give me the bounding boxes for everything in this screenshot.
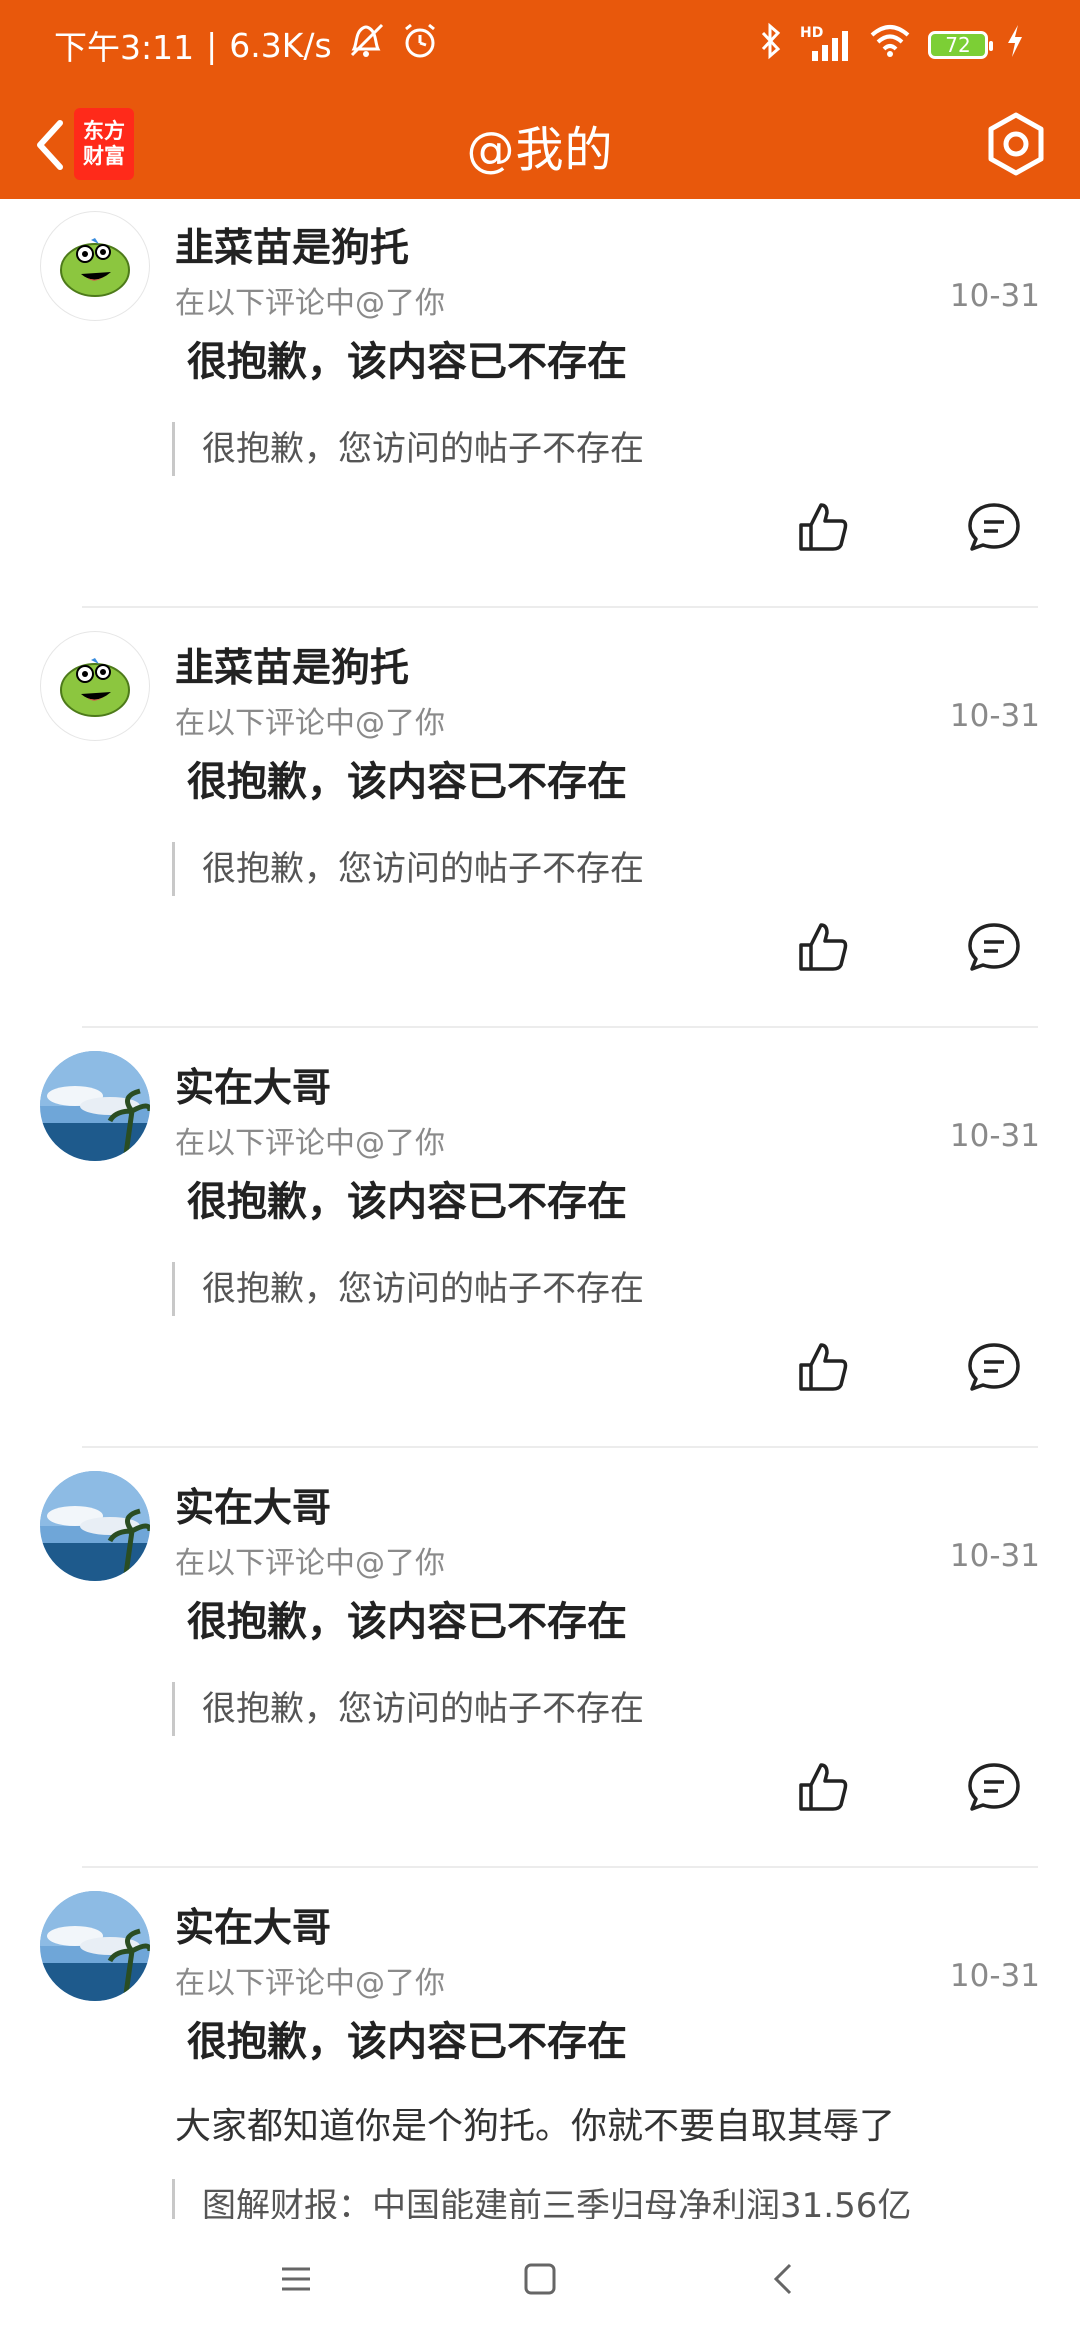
logo-text-bottom: 财富 — [83, 144, 125, 168]
mention-card[interactable]: 实在大哥 在以下评论中@了你 10-31 很抱歉，该内容已不存在 很抱歉，您访问… — [0, 1459, 1080, 1879]
frog-avatar-icon — [60, 658, 130, 717]
mention-card[interactable]: 实在大哥 在以下评论中@了你 10-31 很抱歉，该内容已不存在 很抱歉，您访问… — [0, 1039, 1080, 1459]
mention-card[interactable]: 韭菜苗是狗托 在以下评论中@了你 10-31 很抱歉，该内容已不存在 很抱歉，您… — [0, 619, 1080, 1039]
settings-button[interactable] — [978, 106, 1054, 182]
deleted-notice: 很抱歉，该内容已不存在 — [187, 1599, 627, 1645]
avatar[interactable] — [40, 1891, 150, 2001]
like-button[interactable] — [795, 499, 851, 555]
quoted-post[interactable]: 很抱歉，您访问的帖子不存在 — [172, 842, 644, 896]
comment-icon — [968, 1343, 1020, 1391]
comment-button[interactable] — [966, 1759, 1022, 1815]
mentions-feed[interactable]: 韭菜苗是狗托 在以下评论中@了你 10-31 很抱歉，该内容已不存在 很抱歉，您… — [0, 199, 1080, 2219]
signal-icon: HD — [800, 25, 852, 65]
status-bar: 下午3:11 | 6.3K/s HD 72 — [0, 0, 1080, 90]
divider — [82, 1026, 1038, 1028]
frog-avatar-icon — [60, 238, 130, 297]
mention-subline: 在以下评论中@了你 — [175, 1126, 445, 1161]
battery-icon: 72 — [928, 31, 993, 59]
thumbs-up-icon — [799, 923, 848, 971]
comment-icon — [968, 503, 1020, 551]
menu-button[interactable] — [268, 2251, 324, 2307]
like-button[interactable] — [795, 1339, 851, 1395]
username[interactable]: 韭菜苗是狗托 — [175, 637, 409, 693]
like-button[interactable] — [795, 1759, 851, 1815]
username[interactable]: 实在大哥 — [175, 1477, 331, 1533]
post-date: 10-31 — [949, 698, 1040, 734]
home-square-icon — [524, 2263, 556, 2295]
charging-icon — [1004, 21, 1026, 69]
status-speed: 6.3K/s — [229, 25, 332, 65]
quoted-post[interactable]: 图解财报：中国能建前三季归母净利润31.56亿 — [172, 2179, 911, 2219]
menu-icon — [282, 2267, 310, 2291]
system-nav-bar — [0, 2219, 1080, 2340]
back-button[interactable] — [20, 110, 80, 180]
page-title: @我的 — [466, 121, 614, 178]
divider — [82, 1866, 1038, 1868]
mention-card[interactable]: 韭菜苗是狗托 在以下评论中@了你 10-31 很抱歉，该内容已不存在 很抱歉，您… — [0, 199, 1080, 619]
bluetooth-icon — [758, 21, 784, 69]
username[interactable]: 韭菜苗是狗托 — [175, 217, 409, 273]
gear-icon — [988, 112, 1044, 176]
app-header: 下午3:11 | 6.3K/s HD 72 东方 财富 @我的 — [0, 0, 1080, 199]
comment-button[interactable] — [966, 1339, 1022, 1395]
post-date: 10-31 — [949, 1538, 1040, 1574]
avatar[interactable] — [40, 631, 150, 741]
avatar[interactable] — [40, 1471, 150, 1581]
username[interactable]: 实在大哥 — [175, 1897, 331, 1953]
status-separator: | — [206, 25, 218, 65]
thumbs-up-icon — [799, 1343, 848, 1391]
mention-subline: 在以下评论中@了你 — [175, 286, 445, 321]
thumbs-up-icon — [799, 503, 848, 551]
battery-level: 72 — [945, 33, 971, 57]
comment-body[interactable]: 大家都知道你是个狗托。你就不要自取其辱了 — [175, 2097, 895, 2149]
system-back-button[interactable] — [756, 2251, 812, 2307]
mention-card[interactable]: 实在大哥 在以下评论中@了你 10-31 很抱歉，该内容已不存在 大家都知道你是… — [0, 1879, 1080, 2219]
status-right: HD 72 — [758, 21, 1026, 69]
post-date: 10-31 — [949, 1958, 1040, 1994]
nav-bar: 东方 财富 @我的 — [0, 90, 1080, 199]
beach-avatar-icon — [40, 1051, 150, 1161]
deleted-notice: 很抱歉，该内容已不存在 — [187, 339, 627, 385]
chevron-left-icon — [37, 120, 63, 170]
beach-avatar-icon — [40, 1471, 150, 1581]
comment-button[interactable] — [966, 919, 1022, 975]
comment-button[interactable] — [966, 499, 1022, 555]
username[interactable]: 实在大哥 — [175, 1057, 331, 1113]
alarm-icon — [400, 21, 440, 69]
app-logo: 东方 财富 — [74, 108, 134, 180]
mute-notification-icon — [344, 21, 388, 69]
status-left: 下午3:11 | 6.3K/s — [54, 21, 440, 69]
deleted-notice: 很抱歉，该内容已不存在 — [187, 759, 627, 805]
mention-subline: 在以下评论中@了你 — [175, 1546, 445, 1581]
beach-avatar-icon — [40, 1891, 150, 2001]
deleted-notice: 很抱歉，该内容已不存在 — [187, 2019, 627, 2065]
mention-subline: 在以下评论中@了你 — [175, 1966, 445, 2001]
comment-icon — [968, 1763, 1020, 1811]
logo-text-top: 东方 — [83, 119, 125, 143]
mention-subline: 在以下评论中@了你 — [175, 706, 445, 741]
post-date: 10-31 — [949, 278, 1040, 314]
chevron-left-icon — [773, 2263, 792, 2295]
quoted-post[interactable]: 很抱歉，您访问的帖子不存在 — [172, 1262, 644, 1316]
home-button[interactable] — [512, 2251, 568, 2307]
post-date: 10-31 — [949, 1118, 1040, 1154]
thumbs-up-icon — [799, 1763, 848, 1811]
quoted-post[interactable]: 很抱歉，您访问的帖子不存在 — [172, 422, 644, 476]
comment-icon — [968, 923, 1020, 971]
deleted-notice: 很抱歉，该内容已不存在 — [187, 1179, 627, 1225]
like-button[interactable] — [795, 919, 851, 975]
wifi-icon — [868, 21, 912, 69]
divider — [82, 1446, 1038, 1448]
status-time: 下午3:11 — [54, 28, 195, 67]
avatar[interactable] — [40, 211, 150, 321]
quoted-post[interactable]: 很抱歉，您访问的帖子不存在 — [172, 1682, 644, 1736]
divider — [82, 606, 1038, 608]
avatar[interactable] — [40, 1051, 150, 1161]
